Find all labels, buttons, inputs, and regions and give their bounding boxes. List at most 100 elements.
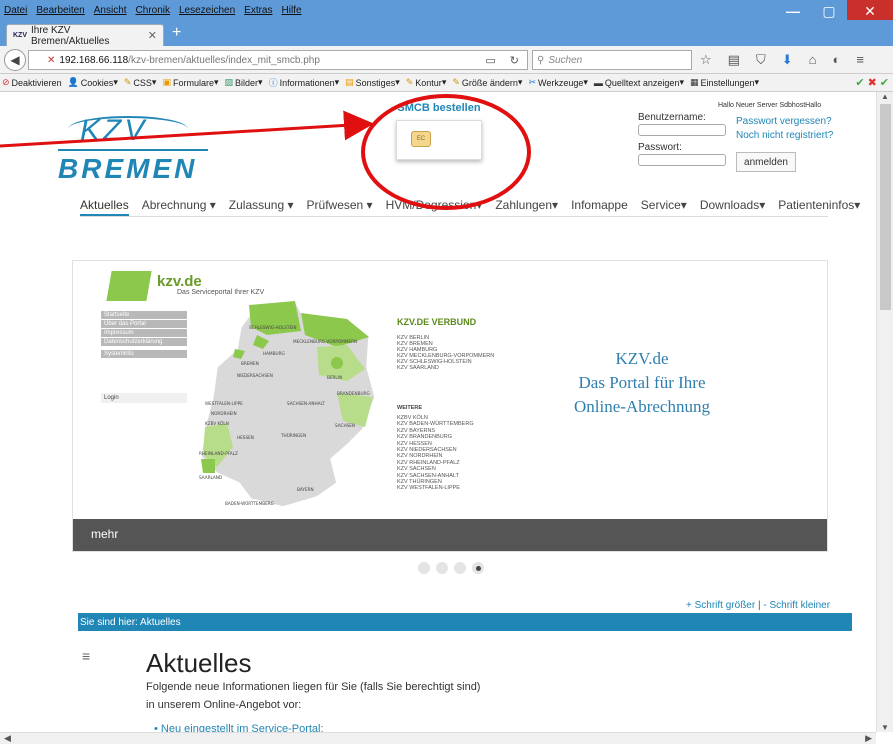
- scroll-right-icon[interactable]: ▶: [865, 733, 872, 744]
- scrollbar-thumb[interactable]: [880, 104, 891, 310]
- nav-service[interactable]: Service▾: [641, 198, 687, 216]
- intro-text: Folgende neue Informationen liegen für S…: [146, 678, 546, 714]
- menu-lesezeichen[interactable]: Lesezeichen: [179, 5, 235, 16]
- weitere-list: KZBV KÖLN KZV BADEN-WÜRTTEMBERG KZV BAYE…: [397, 415, 474, 492]
- toolbar-label: Größe ändern: [461, 77, 518, 88]
- nav-abrechnung[interactable]: Abrechnung ▾: [142, 198, 216, 216]
- map-label: BRANDENBURG: [337, 391, 370, 396]
- smcb-order-link[interactable]: SMCB bestellen EC: [390, 102, 488, 170]
- smcb-card-image: EC: [396, 120, 482, 160]
- horizontal-scrollbar[interactable]: ◀ ▶: [0, 732, 876, 744]
- tab-title: Ihre KZV Bremen/Aktuelles: [31, 24, 110, 47]
- menu-bar: Datei Bearbeiten Ansicht Chronik Lesezei…: [0, 0, 893, 20]
- hamburger-menu-icon[interactable]: ≡: [856, 52, 864, 68]
- image-icon: ▨: [224, 77, 234, 87]
- map-label: RHEINLAND-PFALZ: [199, 451, 238, 456]
- close-tab-icon[interactable]: ✕: [148, 29, 157, 42]
- nav-zahlungen[interactable]: Zahlungen▾: [495, 198, 558, 216]
- toolbar-item-cookies[interactable]: 👤 Cookies ▾: [68, 77, 118, 88]
- menu-chronik[interactable]: Chronik: [136, 5, 170, 16]
- toolbar-label: CSS: [133, 77, 152, 88]
- slider-dot[interactable]: [418, 562, 430, 574]
- bookmark-star-icon[interactable]: ☆: [700, 52, 712, 68]
- download-icon[interactable]: ⬇: [782, 52, 793, 68]
- forgot-password-link[interactable]: Passwort vergessen?: [736, 116, 832, 127]
- toolbar-item-werkzeuge[interactable]: ✂ Werkzeuge ▾: [528, 77, 587, 88]
- nav-pruefwesen[interactable]: Prüfwesen ▾: [307, 198, 373, 216]
- toolbar-icons: ☆ ▤ ⛉ ⬇ ⌂ ◐ ≡: [700, 52, 864, 68]
- slider-sidemenu-item: Impressum: [101, 329, 187, 337]
- portal-line: KZV.de: [615, 349, 669, 368]
- close-window-icon[interactable]: ✕: [847, 0, 893, 22]
- slider-dot[interactable]: [454, 562, 466, 574]
- font-smaller-link[interactable]: - Schrift kleiner: [763, 600, 830, 611]
- menu-hilfe[interactable]: Hilfe: [282, 5, 302, 16]
- home-icon[interactable]: ⌂: [809, 52, 817, 68]
- toolbar-label: Deaktivieren: [11, 77, 62, 88]
- username-field[interactable]: [638, 124, 726, 136]
- maximize-icon[interactable]: ▢: [811, 0, 847, 22]
- menu-extras[interactable]: Extras: [244, 5, 272, 16]
- portal-caption: KZV.de Das Portal für Ihre Online-Abrech…: [557, 347, 727, 419]
- toolbar-item-einstellungen[interactable]: ▦ Einstellungen ▾: [690, 77, 759, 88]
- search-input[interactable]: ⚲ Suchen: [532, 50, 692, 70]
- addon-icon[interactable]: ◐: [832, 52, 840, 68]
- map-label: SCHLESWIG-HOLSTEIN: [249, 325, 297, 330]
- note-icon: ▤: [345, 77, 354, 87]
- info-icon: ⓘ: [268, 78, 278, 88]
- menu-bearbeiten[interactable]: Bearbeiten: [36, 5, 84, 16]
- toolbar-item-groesse[interactable]: ✎ Größe ändern ▾: [452, 77, 522, 88]
- image-slider[interactable]: kzv.de Das Serviceportal Ihrer KZV Start…: [72, 260, 828, 552]
- content-menu-icon[interactable]: ≡: [82, 648, 90, 664]
- new-tab-icon[interactable]: +: [172, 24, 181, 42]
- hello-text: Hallo Neuer Server SdbhostHallo: [718, 102, 822, 109]
- toolbar-item-kontur[interactable]: ✎ Kontur ▾: [406, 77, 447, 88]
- reader-view-icon[interactable]: ▭: [485, 54, 495, 67]
- browser-tab[interactable]: KZV Ihre KZV Bremen/Aktuelles ✕: [6, 24, 164, 47]
- back-icon[interactable]: ◀: [4, 49, 26, 71]
- news-link[interactable]: Neu eingestellt im Service-Portal:: [161, 723, 324, 732]
- nav-infomappe[interactable]: Infomappe: [571, 198, 628, 216]
- pen-icon: ✎: [405, 77, 414, 87]
- pocket-icon[interactable]: ⛉: [756, 52, 766, 68]
- minimize-icon[interactable]: —: [775, 0, 811, 22]
- login-button[interactable]: anmelden: [736, 152, 796, 172]
- toolbar-item-sonstiges[interactable]: ▤ Sonstiges ▾: [345, 77, 400, 88]
- font-bigger-link[interactable]: + Schrift größer: [686, 600, 755, 611]
- toolbar-item-css[interactable]: ✎ CSS ▾: [124, 77, 157, 88]
- map-label: BERLIN: [327, 375, 342, 380]
- slider-dot-active[interactable]: [472, 562, 484, 574]
- page-viewport: KZV BREMEN SMCB bestellen EC Hallo Neuer…: [0, 92, 876, 732]
- toolbar-item-informationen[interactable]: ⓘ Informationen ▾: [269, 76, 340, 89]
- toolbar-item-formulare[interactable]: ▣ Formulare ▾: [162, 77, 218, 88]
- password-field[interactable]: [638, 154, 726, 166]
- vertical-scrollbar[interactable]: ▲ ▼: [876, 92, 893, 732]
- nav-downloads[interactable]: Downloads▾: [700, 198, 765, 216]
- toolbar-label: Quelltext anzeigen: [604, 77, 680, 88]
- toolbar-item-deaktivieren[interactable]: ⊘ Deaktivieren: [2, 77, 62, 88]
- nav-zulassung[interactable]: Zulassung ▾: [229, 198, 294, 216]
- bookmarks-list-icon[interactable]: ▤: [728, 52, 740, 68]
- map-label: SAARLAND: [199, 475, 222, 480]
- slider-caption-bar: [73, 519, 827, 551]
- slider-dot[interactable]: [436, 562, 448, 574]
- scroll-down-icon[interactable]: ▼: [881, 723, 889, 732]
- logo-kzv: KZV: [80, 114, 148, 147]
- nav-aktuelles[interactable]: Aktuelles: [80, 198, 129, 216]
- toolbar-item-bilder[interactable]: ▨ Bilder ▾: [225, 77, 263, 88]
- kzv-bremen-logo[interactable]: KZV BREMEN: [58, 114, 208, 184]
- nav-patienteninfos[interactable]: Patienteninfos▾: [778, 198, 860, 216]
- scroll-left-icon[interactable]: ◀: [4, 733, 11, 744]
- scroll-up-icon[interactable]: ▲: [881, 92, 889, 101]
- menu-datei[interactable]: Datei: [4, 5, 27, 16]
- url-bar[interactable]: ✕ 192.168.66.118 /kzv-bremen/aktuelles/i…: [28, 50, 528, 70]
- news-list-item[interactable]: • Neu eingestellt im Service-Portal:: [154, 723, 324, 732]
- toolbar-label: Cookies: [80, 77, 114, 88]
- toolbar-item-quelltext[interactable]: ▬ Quelltext anzeigen ▾: [594, 77, 684, 88]
- mehr-link[interactable]: mehr: [91, 527, 118, 541]
- nav-hvm-degression[interactable]: HVM/Degression▾: [386, 198, 483, 216]
- register-link[interactable]: Noch nicht registriert?: [736, 130, 833, 141]
- menu-ansicht[interactable]: Ansicht: [94, 5, 127, 16]
- reload-icon[interactable]: ↻: [510, 54, 519, 67]
- pencil-icon: ✎: [123, 77, 132, 87]
